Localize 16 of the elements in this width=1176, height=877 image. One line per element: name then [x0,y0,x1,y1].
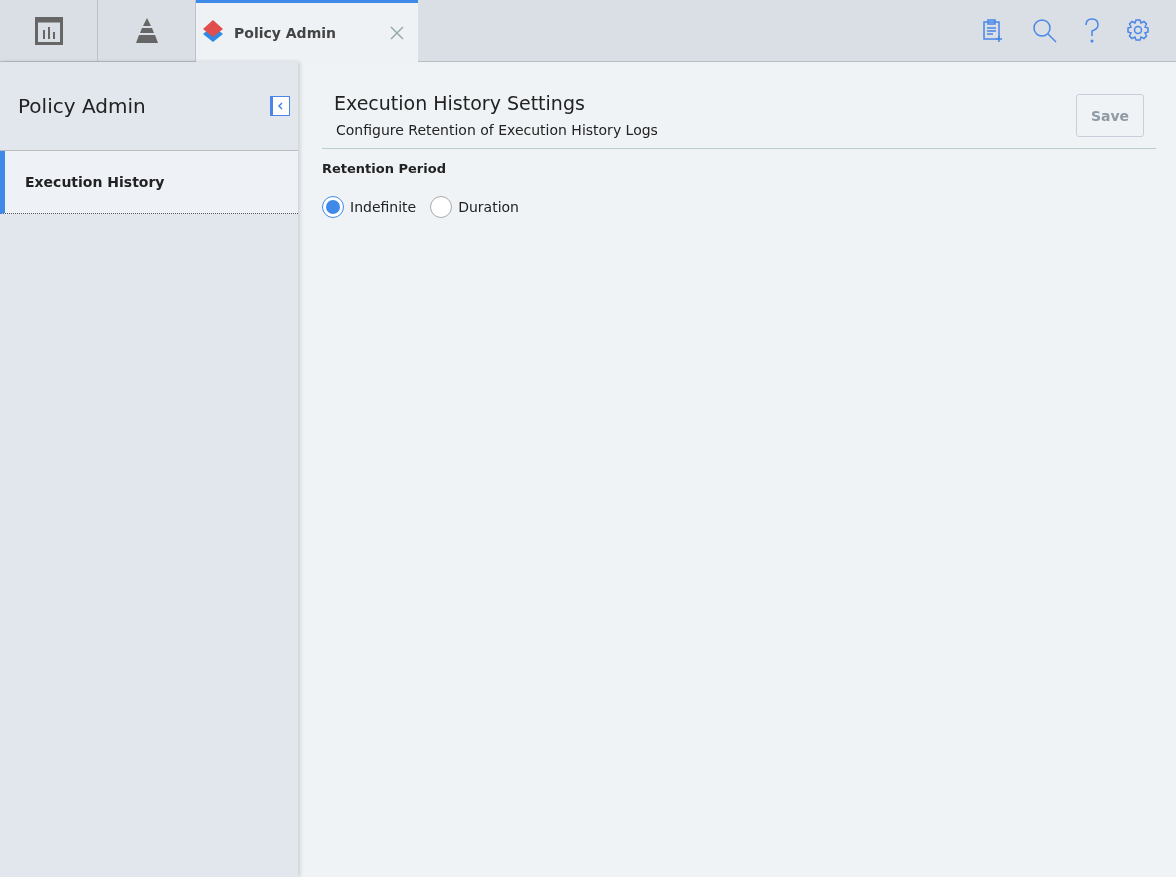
settings-icon[interactable] [1126,18,1150,43]
chart-window-icon [34,16,63,45]
close-icon[interactable] [390,25,404,40]
help-icon[interactable] [1084,17,1100,44]
sidebar-item[interactable]: Execution History [0,151,298,214]
field-label: Retention Period [322,161,447,176]
radio-button[interactable] [322,196,344,218]
search-icon[interactable] [1032,17,1058,44]
policy-admin-tab[interactable]: Policy Admin [196,0,418,62]
collapse-icon[interactable] [270,96,290,116]
sidebar-title: Policy Admin [18,94,146,118]
radio-label[interactable]: Duration [458,199,519,215]
page-subtitle: Configure Retention of Execution History Logs [335,122,658,138]
page-title: Execution History Settings [334,92,586,114]
radio-label[interactable]: Indefinite [350,199,417,215]
radio-button[interactable] [430,196,453,218]
